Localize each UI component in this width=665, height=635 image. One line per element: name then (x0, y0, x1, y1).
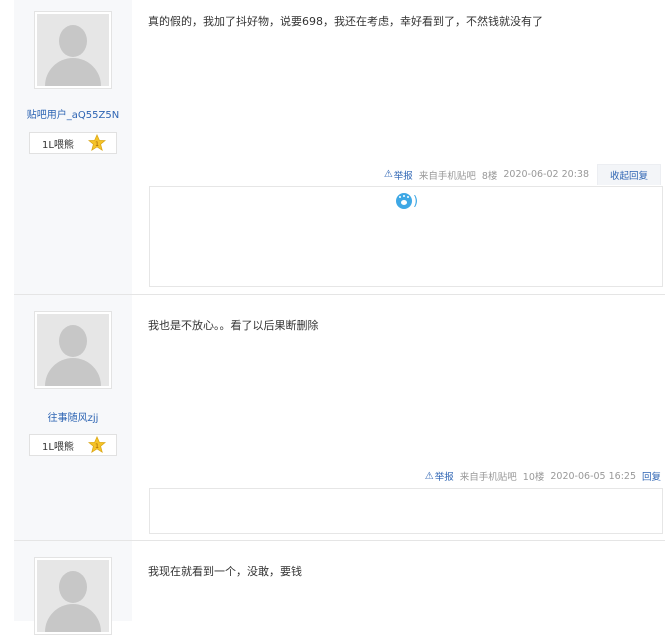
level-badge[interactable]: 1L喂熊 1 (29, 132, 117, 154)
level-name: 1L喂熊 (42, 140, 74, 151)
post-content: 真的假的，我加了抖好物，说要698，我还在考虑，幸好看到了，不然钱就没有了 (148, 15, 543, 28)
post-content: 我现在就看到一个，没敢，要钱 (148, 565, 302, 578)
reply-emoji-text: ) (413, 193, 419, 209)
source-label: 来自手机贴吧 (459, 472, 517, 483)
reply-button[interactable]: 回复 (642, 469, 661, 483)
post-time: 2020-06-05 16:25 (550, 470, 636, 482)
author-sidebar: 贴吧用户_aQ55Z5N 1L喂熊 1 (14, 0, 132, 295)
author-sidebar: 往事随风zjj 1L喂熊 1 (14, 295, 132, 541)
floor-number: 8楼 (481, 170, 498, 182)
username-link[interactable]: 往事随风zjj (14, 409, 132, 424)
post-tail: ⚠ 举报 来自手机贴吧 10楼 2020-06-05 16:25 回复 (424, 469, 661, 484)
level-badge[interactable]: 1L喂熊 1 (29, 434, 117, 456)
star-badge-icon: 1 (88, 436, 106, 454)
post-time: 2020-06-02 20:38 (503, 169, 589, 180)
avatar[interactable] (34, 11, 112, 89)
report-link[interactable]: ⚠ 举报 (384, 168, 413, 182)
reply-area: ) (149, 186, 663, 287)
star-badge-icon: 1 (88, 134, 106, 152)
source-label: 来自手机贴吧 (418, 170, 476, 182)
post-floor-8: 贴吧用户_aQ55Z5N 1L喂熊 1 真的假的，我加了抖好物，说要698，我还… (14, 0, 665, 295)
warning-icon: ⚠ (383, 169, 393, 180)
paw-emoji-icon (396, 193, 412, 209)
author-sidebar (14, 541, 132, 635)
collapse-reply-button[interactable]: 收起回复 (596, 164, 661, 185)
report-link[interactable]: ⚠ 举报 (424, 469, 454, 484)
report-label: 举报 (434, 472, 454, 483)
avatar[interactable] (34, 311, 112, 389)
reply-emoji: ) (396, 193, 418, 209)
reply-area (149, 488, 663, 534)
username-link[interactable]: 贴吧用户_aQ55Z5N (14, 106, 132, 121)
post-floor-10: 往事随风zjj 1L喂熊 1 我也是不放心。。看了以后果断删除 ⚠ 举报 来自手… (14, 294, 665, 541)
post-tail: ⚠ 举报 来自手机贴吧 8楼 2020-06-02 20:38 收起回复 (384, 164, 661, 185)
level-name: 1L喂熊 (42, 442, 74, 453)
warning-icon: ⚠ (424, 470, 434, 482)
svg-text:1: 1 (95, 141, 99, 148)
svg-text:1: 1 (95, 443, 99, 450)
post-floor-next: 我现在就看到一个，没敢，要钱 (14, 540, 665, 635)
report-label: 举报 (393, 170, 413, 182)
avatar[interactable] (34, 557, 112, 635)
post-content: 我也是不放心。。看了以后果断删除 (148, 319, 319, 332)
floor-number: 10楼 (522, 472, 545, 483)
